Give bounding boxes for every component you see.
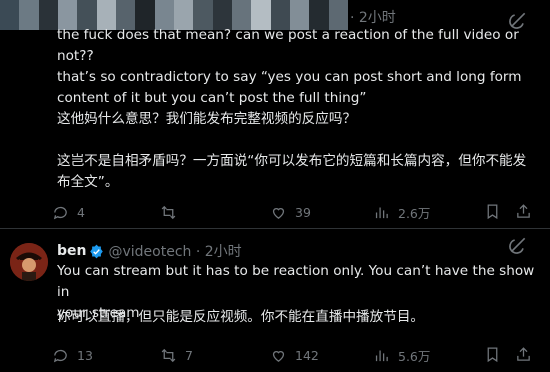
like-count: 142 bbox=[295, 348, 319, 363]
post-text-chinese-paragraph: 这岂不是自相矛盾吗？一方面说“你可以发布它的短篇和长篇内容，但你不能发 布全文”… bbox=[57, 153, 527, 190]
reply-button[interactable]: 13 bbox=[52, 346, 160, 365]
post-text-line: the fuck does that mean? can we post a r… bbox=[57, 27, 519, 64]
reply-icon bbox=[53, 206, 67, 220]
bookmark-icon[interactable] bbox=[484, 203, 501, 220]
repost-icon bbox=[161, 348, 176, 363]
like-icon bbox=[272, 351, 285, 362]
post-time: · 2小时 bbox=[350, 10, 396, 26]
post-text-paragraph: that’s so contradictory to say “yes you … bbox=[57, 69, 522, 106]
repost-button[interactable] bbox=[160, 203, 270, 222]
post-text-chinese: 这他妈什么意思？我们能发布完整视频的反应吗？ bbox=[57, 111, 357, 127]
views-button[interactable]: 5.6万 bbox=[373, 346, 473, 365]
action-bar: 13 7 142 5.6万 bbox=[52, 346, 522, 365]
action-bar: 4 39 2.6万 bbox=[52, 203, 522, 222]
verified-badge-icon bbox=[90, 244, 104, 258]
reply-count: 4 bbox=[77, 205, 85, 220]
reply-button[interactable]: 4 bbox=[52, 203, 160, 222]
views-icon bbox=[375, 207, 388, 219]
avatar-image bbox=[10, 243, 48, 281]
avatar[interactable] bbox=[10, 243, 48, 281]
views-count: 5.6万 bbox=[398, 349, 431, 364]
bookmark-icon[interactable] bbox=[484, 346, 501, 363]
like-count: 39 bbox=[295, 205, 311, 220]
share-icon[interactable] bbox=[515, 203, 532, 220]
repost-icon bbox=[161, 205, 176, 220]
views-icon bbox=[375, 350, 388, 362]
author-row: ben @videotech · 2小时 bbox=[57, 241, 242, 261]
secondary-actions bbox=[484, 346, 532, 363]
reply-text-chinese: 你可以直播，但只能是反应视频。你不能在直播中播放节目。 bbox=[57, 309, 425, 325]
reply-icon bbox=[53, 349, 67, 363]
share-icon[interactable] bbox=[515, 346, 532, 363]
views-count: 2.6万 bbox=[398, 206, 431, 221]
post-card[interactable]: ben @videotech · 2小时 You can stream but … bbox=[0, 229, 550, 372]
repost-button[interactable]: 7 bbox=[160, 346, 270, 365]
secondary-actions bbox=[484, 203, 532, 220]
display-name[interactable]: ben bbox=[57, 243, 86, 259]
reply-count: 13 bbox=[77, 348, 93, 363]
repost-count: 7 bbox=[185, 348, 193, 363]
like-icon bbox=[272, 208, 285, 219]
author-handle[interactable]: @videotech · 2小时 bbox=[108, 241, 241, 261]
more-options-icon[interactable] bbox=[508, 235, 528, 255]
like-button[interactable]: 142 bbox=[270, 346, 373, 365]
post-card[interactable]: · 2小时 the fuck does that mean? can we po… bbox=[0, 0, 550, 228]
like-button[interactable]: 39 bbox=[270, 203, 373, 222]
views-button[interactable]: 2.6万 bbox=[373, 203, 473, 222]
